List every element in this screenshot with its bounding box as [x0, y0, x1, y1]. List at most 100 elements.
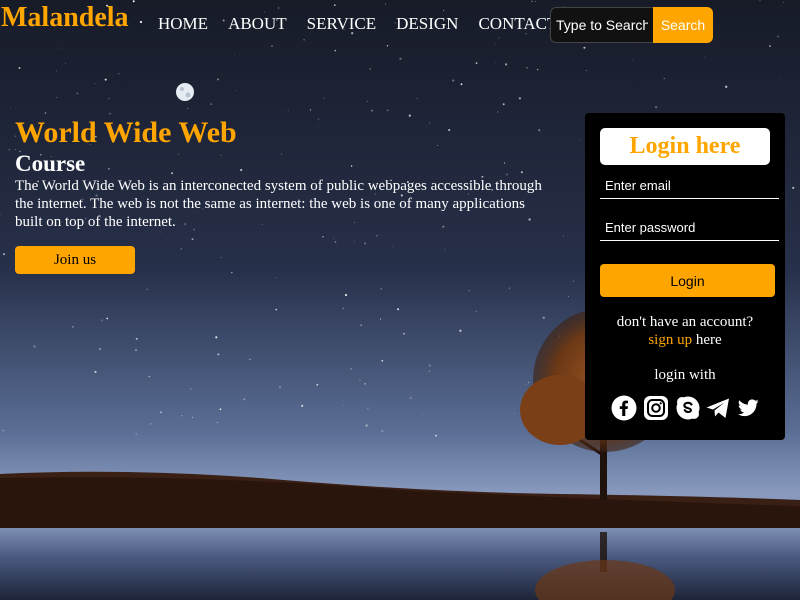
telegram-icon[interactable]	[705, 395, 731, 421]
twitter-icon[interactable]	[735, 395, 761, 421]
search-button[interactable]: Search	[653, 7, 713, 43]
signup-line: sign up here	[585, 331, 785, 349]
star	[215, 336, 218, 339]
star	[191, 238, 194, 241]
star	[139, 20, 143, 24]
star	[468, 290, 470, 292]
star	[391, 246, 393, 248]
star	[403, 332, 405, 335]
star	[146, 288, 148, 290]
star	[108, 97, 110, 100]
star	[135, 433, 137, 435]
star	[365, 424, 368, 427]
star	[376, 234, 379, 237]
login-button[interactable]: Login	[600, 264, 775, 297]
star	[216, 421, 219, 424]
instagram-icon[interactable]	[643, 395, 669, 421]
star	[536, 68, 539, 71]
star	[428, 370, 430, 372]
email-field[interactable]	[600, 172, 779, 199]
star	[370, 109, 373, 112]
star	[275, 308, 278, 311]
signup-link[interactable]: sign up	[648, 332, 692, 348]
star	[301, 404, 304, 407]
star	[264, 11, 265, 13]
star	[475, 62, 478, 65]
star	[213, 420, 214, 422]
nav-service[interactable]: SERVICE	[307, 14, 376, 34]
star	[243, 398, 246, 401]
star	[219, 408, 222, 411]
star	[563, 235, 564, 237]
star	[277, 7, 280, 9]
star	[333, 4, 336, 6]
star	[452, 79, 455, 82]
star	[64, 62, 66, 64]
star	[350, 368, 352, 370]
star	[104, 78, 107, 81]
star	[10, 107, 12, 109]
star	[459, 329, 462, 332]
star	[782, 1, 784, 3]
signup-prompt: don't have an account? sign up here	[585, 313, 785, 349]
search-input[interactable]	[550, 7, 653, 43]
star	[94, 370, 97, 373]
star	[118, 73, 120, 75]
star	[334, 241, 337, 244]
skype-icon[interactable]	[675, 395, 701, 421]
star	[316, 383, 319, 386]
star	[210, 103, 213, 106]
star	[287, 109, 289, 111]
star	[497, 111, 499, 113]
star	[303, 39, 305, 41]
brand-logo[interactable]: Malandela	[1, 2, 129, 34]
star	[271, 45, 273, 48]
nav-design[interactable]: DESIGN	[396, 14, 458, 34]
star	[231, 271, 233, 274]
star	[380, 287, 383, 290]
star	[2, 429, 4, 432]
join-us-button[interactable]: Join us	[15, 246, 135, 274]
star	[725, 85, 728, 88]
star	[397, 308, 400, 311]
star	[504, 63, 508, 66]
star	[366, 407, 369, 410]
nav-contact[interactable]: CONTACT	[478, 14, 557, 34]
nav-about[interactable]: ABOUT	[228, 14, 287, 34]
password-field[interactable]	[600, 214, 779, 241]
star	[759, 0, 761, 2]
star	[150, 423, 152, 425]
star	[475, 310, 478, 313]
star	[502, 103, 505, 106]
star	[369, 68, 371, 70]
star	[76, 92, 79, 95]
star	[197, 331, 198, 333]
star	[366, 100, 368, 102]
star	[190, 388, 192, 390]
star	[654, 105, 658, 109]
star	[94, 83, 96, 85]
no-account-text: don't have an account?	[616, 314, 754, 330]
nav-home[interactable]: HOME	[158, 14, 208, 34]
star	[387, 109, 389, 111]
star	[526, 66, 529, 69]
star	[663, 77, 665, 80]
star	[220, 257, 222, 259]
star	[191, 416, 193, 418]
hero-title: World Wide Web	[15, 116, 237, 149]
star	[160, 411, 162, 414]
star	[534, 0, 536, 2]
star	[98, 347, 102, 351]
star	[514, 412, 516, 414]
star	[359, 379, 361, 381]
star	[585, 70, 587, 71]
star	[573, 280, 575, 282]
star	[8, 148, 11, 151]
star	[518, 97, 522, 100]
star	[135, 337, 138, 340]
login-panel: Login here Login don't have an account? …	[585, 113, 785, 440]
star	[334, 49, 337, 52]
facebook-icon[interactable]	[611, 395, 637, 421]
star	[428, 364, 431, 367]
star	[381, 429, 384, 433]
